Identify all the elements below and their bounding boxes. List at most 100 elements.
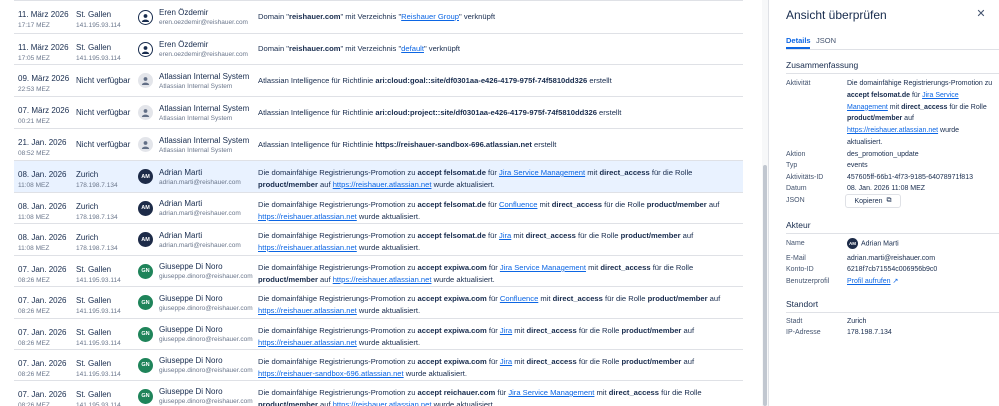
activity-description: Atlassian Intelligence für Richtlinie ar… — [258, 65, 740, 96]
inline-link[interactable]: https://reishauer-sandbox-696.atlassian.… — [258, 369, 404, 378]
date-cell: 11. März 2026 17:05 MEZ — [18, 43, 76, 62]
avatar — [138, 9, 153, 25]
person-icon — [141, 13, 150, 22]
profile-label: Benutzerprofil — [786, 278, 830, 285]
table-row[interactable]: 11. März 2026 17:05 MEZ St. Gallen 141.195.… — [14, 33, 743, 64]
text-segment: für die Rolle — [947, 103, 987, 111]
copy-button[interactable]: Kopieren ⧉ — [845, 194, 901, 208]
location-rule — [786, 312, 999, 313]
text-segment: wurde aktualisiert. — [431, 180, 495, 189]
inline-link[interactable]: https://reishauer.atlassian.net — [847, 127, 938, 134]
user-name: Giuseppe Di Noro — [159, 356, 223, 365]
text-segment: auf — [317, 400, 333, 406]
row-time: 08:26 MEZ — [18, 371, 50, 378]
table-row[interactable]: 21. Jan. 2026 08:52 MEZ Nicht verfügbar Atl… — [14, 128, 743, 160]
json-label: JSON — [786, 197, 805, 204]
text-segment: mit — [512, 357, 527, 366]
location-cell: Zurich 178.198.7.134 — [76, 202, 138, 221]
row-location: Nicht verfügbar — [76, 108, 131, 117]
text-segment: Die domainfähige Registrierungs-Promotio… — [258, 357, 418, 366]
table-row[interactable]: 07. Jan. 2026 08:26 MEZ St. Gallen 141.195.… — [14, 380, 743, 406]
type-value: events — [847, 162, 868, 169]
bold-text: product/member — [621, 357, 682, 366]
table-row[interactable]: 07. März 2026 00:21 MEZ Nicht verfügbar Atl… — [14, 96, 743, 128]
user-name: Adrian Marti — [159, 167, 203, 177]
row-location: Nicht verfügbar — [76, 140, 131, 149]
user-cell: AM Adrian Marti adrian.marti@reishauer.com — [138, 224, 256, 255]
inline-link[interactable]: Jira Service Management — [500, 263, 586, 272]
bold-text: direct_access — [600, 263, 651, 272]
inline-link[interactable]: Confluence — [499, 200, 537, 209]
user-email: eren.oezdemir@reishauer.com — [159, 51, 248, 58]
row-location: St. Gallen — [76, 359, 112, 368]
bold-text: direct_access — [526, 357, 577, 366]
text-segment: Atlassian Intelligence für Richtlinie — [258, 139, 376, 149]
table-row[interactable]: 07. Jan. 2026 08:26 MEZ St. Gallen 141.195.… — [14, 255, 743, 286]
bold-text: accept reichauer.com — [417, 388, 496, 397]
avatar: AM — [138, 232, 153, 247]
text-segment: für — [485, 231, 500, 240]
row-time: 22:53 MEZ — [18, 86, 50, 93]
date-cell: 08. Jan. 2026 11:08 MEZ — [18, 202, 76, 221]
user-info: Giuseppe Di Noro giuseppe.dinoro@reishaue… — [159, 325, 253, 343]
tab-details[interactable]: Details — [786, 36, 811, 45]
profile-link[interactable]: Profil aufrufen ↗ — [847, 276, 995, 288]
inline-link[interactable]: https://reishauer.atlassian.net — [333, 180, 432, 189]
user-name: Giuseppe Di Noro — [159, 325, 223, 334]
activity-description: Atlassian Intelligence für Richtlinie ar… — [258, 97, 740, 128]
table-row[interactable]: 07. Jan. 2026 08:26 MEZ St. Gallen 141.195.… — [14, 349, 743, 380]
inline-link[interactable]: https://reishauer.atlassian.net — [258, 243, 357, 252]
table-row[interactable]: 08. Jan. 2026 11:08 MEZ Zurich 178.198.7.13… — [14, 223, 743, 255]
table-row[interactable]: 08. Jan. 2026 11:08 MEZ Zurich 178.198.7.13… — [14, 160, 743, 192]
text-segment: " verknüpft — [459, 12, 496, 21]
description-text: Die domainfähige Registrierungs-Promotio… — [258, 200, 719, 221]
tab-json[interactable]: JSON — [816, 36, 836, 45]
scrollbar-thumb[interactable] — [763, 165, 767, 406]
bold-text: accept expiwa.com — [417, 326, 487, 335]
inline-link[interactable]: Jira — [499, 231, 511, 240]
actor-avatar: AM — [847, 238, 858, 249]
user-name: Eren Özdemir — [159, 40, 209, 49]
avatar: AM — [138, 200, 153, 216]
account-id-label: Konto-ID — [786, 266, 814, 273]
row-time: 08:52 MEZ — [18, 150, 50, 157]
location-cell: St. Gallen 141.195.93.114 — [76, 359, 138, 378]
inline-link[interactable]: https://reishauer.atlassian.net — [258, 306, 357, 315]
table-row[interactable]: 11. März 2026 17:17 MEZ St. Gallen 141.195.… — [14, 0, 743, 33]
text-segment: erstellt — [587, 75, 612, 85]
inline-link[interactable]: Confluence — [500, 294, 538, 303]
inline-link[interactable]: https://reishauer.atlassian.net — [258, 212, 357, 221]
activity-description: Atlassian Intelligence für Richtlinie ht… — [258, 129, 740, 160]
inline-link[interactable]: https://reishauer.atlassian.net — [333, 400, 432, 406]
inline-link[interactable]: Jira — [500, 326, 512, 335]
text-segment: auf — [902, 115, 914, 123]
inline-link[interactable]: Jira Service Management — [499, 168, 585, 177]
table-row[interactable]: 08. Jan. 2026 11:08 MEZ Zurich 178.198.7.13… — [14, 192, 743, 223]
inline-link[interactable]: https://reishauer.atlassian.net — [333, 275, 432, 284]
text-segment: für — [486, 294, 500, 303]
inline-link[interactable]: Jira Service Management — [508, 388, 594, 397]
bold-text: ari:cloud:goal::site/df0301aa-e426-4179-… — [375, 75, 588, 85]
activity-description: Die domainfähige Registrierungs-Promotio… — [258, 167, 740, 191]
inline-link[interactable]: https://reishauer.atlassian.net — [258, 338, 357, 347]
text-segment: wurde aktualisiert. — [356, 338, 421, 347]
table-row[interactable]: 07. Jan. 2026 08:26 MEZ St. Gallen 141.195.… — [14, 318, 743, 349]
bold-text: direct_access — [526, 326, 577, 335]
table-row[interactable]: 07. Jan. 2026 08:26 MEZ St. Gallen 141.195.… — [14, 286, 743, 318]
user-info: Giuseppe Di Noro giuseppe.dinoro@reishaue… — [159, 356, 253, 374]
inline-link[interactable]: Reishauer Group — [401, 12, 459, 21]
text-segment: auf — [681, 357, 695, 366]
location-cell: St. Gallen 141.195.93.114 — [76, 328, 138, 347]
bold-text: accept felsomat.de — [417, 168, 486, 177]
user-email: giuseppe.dinoro@reishauer.com — [159, 273, 253, 280]
activity-value: Die domainfähige Registrierungs-Promotio… — [847, 78, 995, 149]
description-text: Domain "reishauer.com" mit Verzeichnis "… — [258, 11, 495, 23]
close-button[interactable]: ✕ — [973, 5, 989, 21]
inline-link[interactable]: Jira — [500, 357, 512, 366]
text-segment: mit — [585, 168, 600, 177]
inline-link[interactable]: default — [401, 44, 424, 53]
user-info: Eren Özdemir eren.oezdemir@reishauer.com — [159, 40, 248, 58]
profile-link-text[interactable]: Profil aufrufen — [847, 278, 891, 285]
table-row[interactable]: 09. März 2026 22:53 MEZ Nicht verfügbar Atl… — [14, 64, 743, 96]
location-cell: Nicht verfügbar — [76, 129, 138, 160]
